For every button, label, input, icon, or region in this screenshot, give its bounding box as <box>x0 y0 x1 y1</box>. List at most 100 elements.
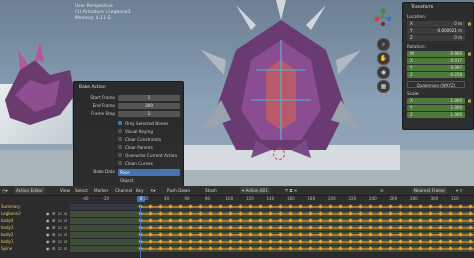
scale-y-field[interactable]: Y 1.000 <box>407 105 465 111</box>
lock-icon[interactable]: ⊡ <box>64 219 68 223</box>
scale-z-field[interactable]: Z 1.000 <box>407 112 465 118</box>
camera-icon[interactable]: ◉ <box>377 66 390 79</box>
checkbox-visual-keying[interactable] <box>118 129 122 133</box>
wrench-icon[interactable]: ⚙ <box>52 240 56 244</box>
menu-key[interactable]: Key <box>136 187 144 194</box>
eye-icon[interactable]: ◉ <box>46 226 50 230</box>
lock-icon[interactable]: ⊡ <box>64 247 68 251</box>
pan-hand-icon[interactable]: ✋ <box>377 52 390 65</box>
bake-data-pose-option[interactable]: Pose <box>118 169 180 176</box>
bake-data-label: Bake Data <box>93 169 115 174</box>
keyframe-track[interactable] <box>70 246 474 252</box>
menu-marker[interactable]: Marker <box>94 187 108 194</box>
option-only-selected-bones[interactable]: Only Selected Bones <box>74 121 183 128</box>
push-down-button[interactable]: Push Down <box>167 187 190 194</box>
eye-icon[interactable]: ◉ <box>46 247 50 251</box>
menu-channel[interactable]: Channel <box>115 187 132 194</box>
option-overwrite-current-action[interactable]: Overwrite Current Action <box>74 153 183 160</box>
location-y-field[interactable]: Y -0.000021 m <box>407 28 465 34</box>
option-clear-parents[interactable]: Clear Parents <box>74 145 183 152</box>
checkbox-overwrite-current-action[interactable] <box>118 153 122 157</box>
wrench-icon[interactable]: ⚙ <box>52 219 56 223</box>
channel-row[interactable]: body1 ◉ ⚙ ☑ ⊡ <box>0 239 70 245</box>
keyframe-track[interactable] <box>70 218 474 224</box>
frame-tick-label: -40 <box>82 196 89 201</box>
lock-icon[interactable]: ⊡ <box>64 240 68 244</box>
menu-view[interactable]: View <box>60 187 70 194</box>
checkbox-icon[interactable]: ☑ <box>58 233 62 237</box>
fake-user-icon[interactable]: ⛉ ⧉ ✕ <box>285 187 297 194</box>
location-z-field[interactable]: Z0 m <box>407 35 465 41</box>
start-frame-row: Start Frame 1 <box>74 95 183 102</box>
eye-icon[interactable]: ◉ <box>46 233 50 237</box>
lock-icon[interactable]: ⊡ <box>64 212 68 216</box>
viewport-memory-info: Memory: 4.11 G <box>75 16 111 21</box>
end-frame-field[interactable]: 300 <box>118 103 180 109</box>
keyframe-track[interactable] <box>70 225 474 231</box>
option-clear-constraints[interactable]: Clear Constraints <box>74 137 183 144</box>
editor-type-icon[interactable]: ◷▾ <box>2 187 8 194</box>
checkbox-clear-constraints[interactable] <box>118 137 122 141</box>
lock-icon[interactable]: 🔒 <box>467 21 472 26</box>
action-selector[interactable]: ▾ Action.001 <box>240 187 270 194</box>
rotation-w-field[interactable]: W 0.966 <box>407 51 465 57</box>
channel-row[interactable]: body2 ◉ ⚙ ☑ ⊡ <box>0 232 70 238</box>
rotation-mode-dropdown[interactable]: Quaternion (WXYZ) <box>407 81 465 88</box>
keyframe-interp-icon[interactable]: ⟲▾ <box>150 187 156 194</box>
eye-icon[interactable]: ◉ <box>46 212 50 216</box>
rotation-y-field[interactable]: Y 0.097 <box>407 65 465 71</box>
start-frame-field[interactable]: 1 <box>118 95 180 101</box>
rotation-x-field[interactable]: X 0.017 <box>407 58 465 64</box>
wrench-icon[interactable]: ⚙ <box>52 226 56 230</box>
checkbox-clear-parents[interactable] <box>118 145 122 149</box>
lock-icon[interactable]: ⊡ <box>64 233 68 237</box>
wrench-icon[interactable]: ⚙ <box>52 233 56 237</box>
channel-summary[interactable]: Summary <box>0 204 70 210</box>
keyframe-tracks[interactable] <box>70 204 474 258</box>
checkbox-icon[interactable]: ☑ <box>58 247 62 251</box>
eye-icon[interactable]: ◉ <box>46 219 50 223</box>
snap-mode-dropdown[interactable]: Nearest Frame <box>412 187 447 194</box>
keyframe-track[interactable] <box>70 204 474 210</box>
frame-tick-label: 200 <box>328 196 336 201</box>
rotation-z-field[interactable]: Z -0.258 <box>407 72 465 78</box>
frame-ruler[interactable]: 0 -40 -20 20 40 60 80 100 120 140 160 180 200 220 240… <box>0 196 474 203</box>
snapping-icon[interactable]: ⊙ <box>380 187 384 194</box>
keyframe-track[interactable] <box>70 232 474 238</box>
lock-icon[interactable]: 🔒 <box>467 98 472 103</box>
checkbox-icon[interactable]: ☑ <box>58 219 62 223</box>
3d-viewport[interactable]: User Perspective (1) Armature | Legbone3… <box>0 0 474 186</box>
channel-row[interactable]: body3 ◉ ⚙ ☑ ⊡ <box>0 225 70 231</box>
checkbox-only-selected-bones[interactable] <box>118 121 122 125</box>
location-x-field[interactable]: X0 m <box>407 21 465 27</box>
3d-cursor[interactable] <box>273 148 285 160</box>
checkbox-icon[interactable]: ☑ <box>58 240 62 244</box>
wrench-icon[interactable]: ⚙ <box>52 212 56 216</box>
grid-icon[interactable]: ▦ <box>377 80 390 93</box>
menu-select[interactable]: Select <box>75 187 88 194</box>
keyframe-track[interactable] <box>70 211 474 217</box>
option-visual-keying[interactable]: Visual Keying <box>74 129 183 136</box>
checkbox-icon[interactable]: ☑ <box>58 212 62 216</box>
stash-button[interactable]: Stash <box>205 187 217 194</box>
frame-step-field[interactable]: 1 <box>118 111 180 117</box>
lock-icon[interactable]: 🔒 <box>467 51 472 56</box>
lock-icon[interactable]: ⊡ <box>64 226 68 230</box>
keyframe-track[interactable] <box>70 239 474 245</box>
channel-row[interactable]: body4 ◉ ⚙ ☑ ⊡ <box>0 218 70 224</box>
option-clean-curves[interactable]: Clean Curves <box>74 161 183 168</box>
scale-x-field[interactable]: X 1.000 <box>407 98 465 104</box>
proportional-icon[interactable]: ▾ ▽ <box>456 187 463 194</box>
bake-data-object-option[interactable]: Object <box>118 177 180 184</box>
editor-mode-dropdown[interactable]: Action Editor <box>14 187 45 194</box>
checkbox-clean-curves[interactable] <box>118 161 122 165</box>
checkbox-icon[interactable]: ☑ <box>58 226 62 230</box>
zoom-icon[interactable]: ⌕ <box>377 38 390 51</box>
wrench-icon[interactable]: ⚙ <box>52 247 56 251</box>
channel-row[interactable]: Legbone3 ◉ ⚙ ☑ ⊡ <box>0 211 70 217</box>
bake-action-panel: Bake Action Start Frame 1 End Frame 300 … <box>73 81 184 186</box>
channel-row[interactable]: Spine ◉ ⚙ ☑ ⊡ <box>0 246 70 252</box>
bake-data-row-2: Object <box>74 177 183 184</box>
eye-icon[interactable]: ◉ <box>46 240 50 244</box>
navigation-gizmo[interactable] <box>372 6 394 28</box>
